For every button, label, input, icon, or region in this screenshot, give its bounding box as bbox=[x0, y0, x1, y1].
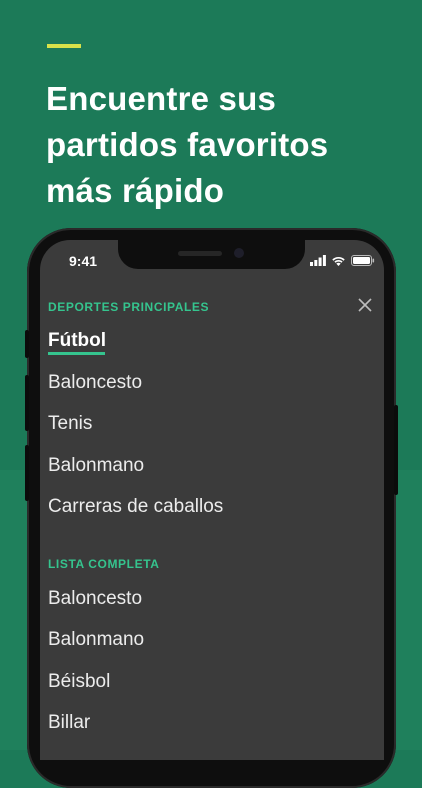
full-list-item-baloncesto[interactable]: Baloncesto bbox=[48, 588, 142, 610]
phone-side-button-left-3 bbox=[25, 445, 29, 501]
wifi-icon bbox=[332, 256, 345, 266]
phone-camera bbox=[234, 248, 244, 258]
section-title-full-list: LISTA COMPLETA bbox=[48, 557, 160, 571]
headline-line-2: partidos favoritos bbox=[46, 126, 329, 163]
status-icons bbox=[310, 254, 375, 266]
phone-side-button-left-1 bbox=[25, 330, 29, 358]
phone-side-button-right bbox=[394, 405, 398, 495]
section-title-main-sports: DEPORTES PRINCIPALES bbox=[48, 300, 210, 314]
sport-item-futbol[interactable]: Fútbol bbox=[48, 330, 106, 352]
sport-item-baloncesto[interactable]: Baloncesto bbox=[48, 372, 142, 394]
close-icon[interactable] bbox=[356, 296, 374, 314]
accent-bar bbox=[47, 44, 81, 48]
sport-item-tenis[interactable]: Tenis bbox=[48, 413, 92, 435]
headline: Encuentre sus partidos favoritos más ráp… bbox=[46, 76, 406, 214]
selected-underline bbox=[48, 352, 105, 355]
sport-item-balonmano[interactable]: Balonmano bbox=[48, 455, 144, 477]
full-list-item-beisbol[interactable]: Béisbol bbox=[48, 671, 110, 693]
signal-icon bbox=[310, 254, 326, 266]
full-list-item-balonmano[interactable]: Balonmano bbox=[48, 629, 144, 651]
headline-line-3: más rápido bbox=[46, 172, 225, 209]
status-time: 9:41 bbox=[69, 253, 98, 269]
phone-side-button-left-2 bbox=[25, 375, 29, 431]
headline-line-1: Encuentre sus bbox=[46, 80, 277, 117]
sport-item-carreras-de-caballos[interactable]: Carreras de caballos bbox=[48, 496, 223, 518]
full-list-item-billar[interactable]: Billar bbox=[48, 712, 90, 734]
phone-speaker bbox=[178, 251, 222, 256]
battery-icon bbox=[351, 254, 375, 266]
